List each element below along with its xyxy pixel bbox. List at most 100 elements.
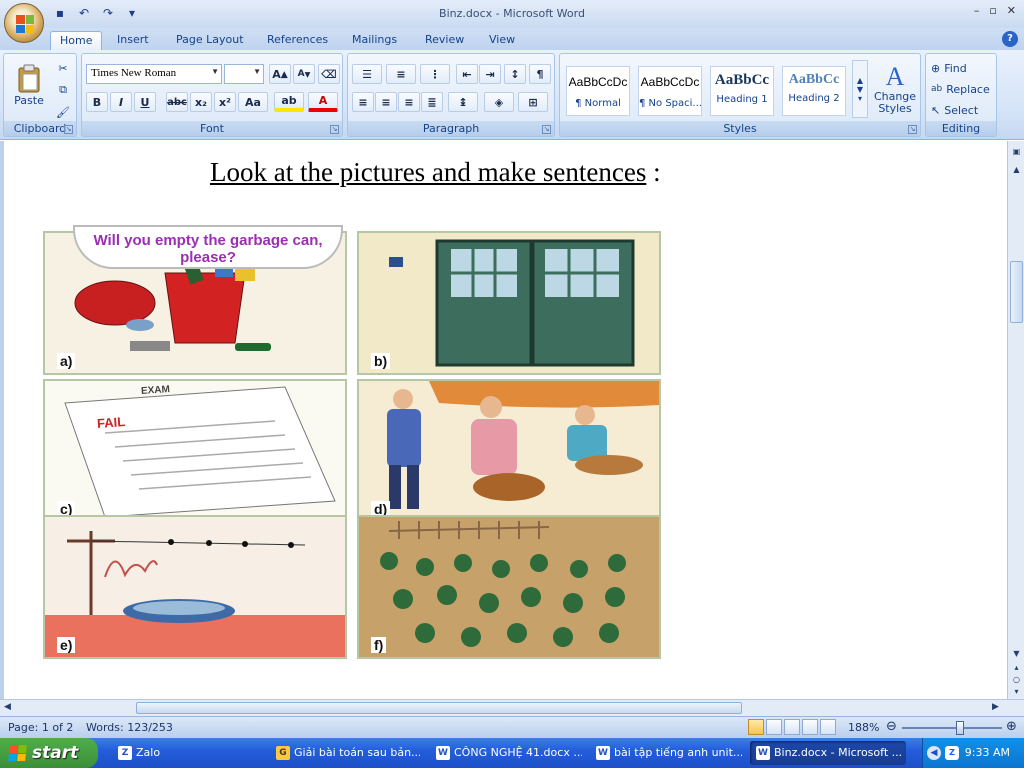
grow-font-button[interactable]: A ▲ — [269, 64, 291, 84]
taskbar-item-browser[interactable]: G Giải bài toán sau bản... — [270, 741, 420, 765]
tray-expand-icon[interactable]: ◀ — [927, 746, 941, 760]
tab-references[interactable]: References — [258, 31, 337, 50]
bold-button[interactable]: B — [86, 92, 108, 112]
style-preview: AaBbCcDc — [568, 75, 628, 89]
multilevel-list-icon[interactable]: ⋮ — [420, 64, 450, 84]
picture-b[interactable]: b) — [357, 231, 661, 375]
bullets-icon[interactable]: ☰ — [352, 64, 382, 84]
justify-icon[interactable]: ≣ — [421, 92, 443, 112]
tab-page-layout[interactable]: Page Layout — [167, 31, 253, 50]
horizontal-scroll-thumb[interactable] — [136, 702, 742, 714]
numbering-icon[interactable]: ≡ — [386, 64, 416, 84]
full-screen-reading-icon[interactable] — [766, 719, 782, 735]
document-page[interactable]: Look at the pictures and make sentences … — [0, 141, 1007, 699]
vertical-scrollbar[interactable]: ▣ ▲ ▼ ▴ ○ ▾ — [1007, 141, 1024, 699]
paste-button[interactable]: Paste — [8, 56, 50, 114]
format-painter-icon[interactable]: 🖌 — [54, 102, 72, 122]
picture-a[interactable]: Will you empty the garbage can, please? … — [43, 225, 347, 375]
copy-icon[interactable]: ⧉ — [54, 80, 72, 100]
draft-icon[interactable] — [820, 719, 836, 735]
show-marks-button[interactable]: ¶ — [529, 64, 551, 84]
taskbar-item-zalo[interactable]: Z Zalo — [112, 741, 262, 765]
zalo-tray-icon[interactable]: Z — [945, 746, 959, 760]
scroll-right-icon[interactable]: ▶ — [992, 702, 999, 712]
shading-icon[interactable]: ◈ — [484, 92, 514, 112]
find-button[interactable]: ⊕ Find — [930, 58, 992, 78]
highlight-button[interactable]: ab — [274, 92, 304, 112]
cut-icon[interactable]: ✂ — [54, 58, 72, 78]
style-normal[interactable]: AaBbCcDc ¶ Normal — [566, 66, 630, 116]
increase-indent-icon[interactable]: ⇥ — [479, 64, 501, 84]
italic-button[interactable]: I — [110, 92, 132, 112]
align-right-icon[interactable]: ≡ — [398, 92, 420, 112]
close-button[interactable]: ✕ — [1007, 4, 1016, 17]
font-size-combo[interactable]: ▼ — [224, 64, 264, 84]
styles-scroll[interactable]: ▲ ▼ ▾ — [852, 60, 868, 118]
maximize-button[interactable]: ▫ — [989, 4, 996, 17]
zoom-in-icon[interactable]: ⊕ — [1006, 719, 1017, 734]
align-left-icon[interactable]: ≡ — [352, 92, 374, 112]
sort-icon[interactable]: ↕ — [504, 64, 526, 84]
taskbar-item-bai-tap[interactable]: W bài tập tiếng anh unit... — [590, 741, 742, 765]
tab-review[interactable]: Review — [416, 31, 473, 50]
zoom-slider-knob[interactable] — [956, 721, 964, 735]
previous-page-icon[interactable]: ▴ — [1011, 663, 1022, 672]
help-icon[interactable]: ? — [1002, 31, 1018, 47]
decrease-indent-icon[interactable]: ⇤ — [456, 64, 478, 84]
strikethrough-button[interactable]: abc — [166, 92, 188, 112]
chevron-down-icon: ▼ — [253, 67, 261, 76]
browse-object-icon[interactable]: ○ — [1011, 675, 1022, 684]
superscript-button[interactable]: x² — [214, 92, 236, 112]
tab-view[interactable]: View — [480, 31, 524, 50]
tab-mailings[interactable]: Mailings — [343, 31, 406, 50]
picture-e[interactable]: e) — [43, 515, 347, 659]
clipboard-launcher-icon[interactable]: ↘ — [64, 125, 73, 134]
minimize-button[interactable]: – — [974, 4, 980, 17]
tab-insert[interactable]: Insert — [108, 31, 158, 50]
select-button[interactable]: ↖ Select — [930, 100, 996, 120]
style-heading-1[interactable]: AaBbCc Heading 1 — [710, 66, 774, 116]
font-name-combo[interactable]: Times New Roman ▼ — [86, 64, 222, 84]
tab-home[interactable]: Home — [50, 31, 103, 50]
grow-font-label: A — [272, 67, 281, 81]
line-spacing-icon[interactable]: ↨ — [448, 92, 478, 112]
shrink-font-button[interactable]: A ▼ — [293, 64, 315, 84]
page-indicator[interactable]: Page: 1 of 2 — [8, 721, 73, 734]
scroll-up-icon[interactable]: ▲ — [1011, 165, 1022, 174]
picture-c[interactable]: EXAM FAIL c) — [43, 379, 347, 523]
change-styles-button[interactable]: A Change Styles — [872, 58, 918, 120]
vertical-scroll-thumb[interactable] — [1010, 261, 1023, 323]
zoom-out-icon[interactable]: ⊖ — [886, 719, 897, 734]
styles-launcher-icon[interactable]: ↘ — [908, 125, 917, 134]
taskbar-item-cong-nghe[interactable]: W CÔNG NGHỆ 41.docx ... — [430, 741, 582, 765]
subscript-button[interactable]: x₂ — [190, 92, 212, 112]
outline-icon[interactable] — [802, 719, 818, 735]
borders-icon[interactable]: ⊞ — [518, 92, 548, 112]
horizontal-scrollbar[interactable]: ◀ ▶ — [0, 699, 1024, 716]
paragraph-launcher-icon[interactable]: ↘ — [542, 125, 551, 134]
clear-formatting-icon[interactable]: ⌫ — [318, 64, 340, 84]
picture-d[interactable]: d) — [357, 379, 661, 523]
change-case-button[interactable]: Aa — [238, 92, 268, 112]
print-layout-icon[interactable] — [748, 719, 764, 735]
scroll-down-icon[interactable]: ▼ — [1011, 649, 1022, 658]
start-button[interactable]: start — [0, 738, 98, 768]
zoom-slider[interactable] — [902, 727, 1002, 729]
next-page-icon[interactable]: ▾ — [1011, 687, 1022, 696]
font-color-button[interactable]: A — [308, 92, 338, 112]
replace-button[interactable]: ab Replace — [930, 79, 996, 99]
style-heading-2[interactable]: AaBbCc Heading 2 — [782, 66, 846, 116]
underline-button[interactable]: U — [134, 92, 156, 112]
web-layout-icon[interactable] — [784, 719, 800, 735]
ruler-toggle-icon[interactable]: ▣ — [1011, 147, 1022, 156]
word-count[interactable]: Words: 123/253 — [86, 721, 173, 734]
style-no-spacing[interactable]: AaBbCcDc ¶ No Spaci... — [638, 66, 702, 116]
font-launcher-icon[interactable]: ↘ — [330, 125, 339, 134]
heading-colon: : — [646, 157, 661, 187]
picture-f[interactable]: f) — [357, 515, 661, 659]
zoom-level[interactable]: 188% — [848, 721, 879, 734]
office-button[interactable] — [4, 3, 44, 43]
scroll-left-icon[interactable]: ◀ — [4, 702, 11, 712]
align-center-icon[interactable]: ≡ — [375, 92, 397, 112]
taskbar-item-binz[interactable]: W Binz.docx - Microsoft ... — [750, 741, 906, 765]
